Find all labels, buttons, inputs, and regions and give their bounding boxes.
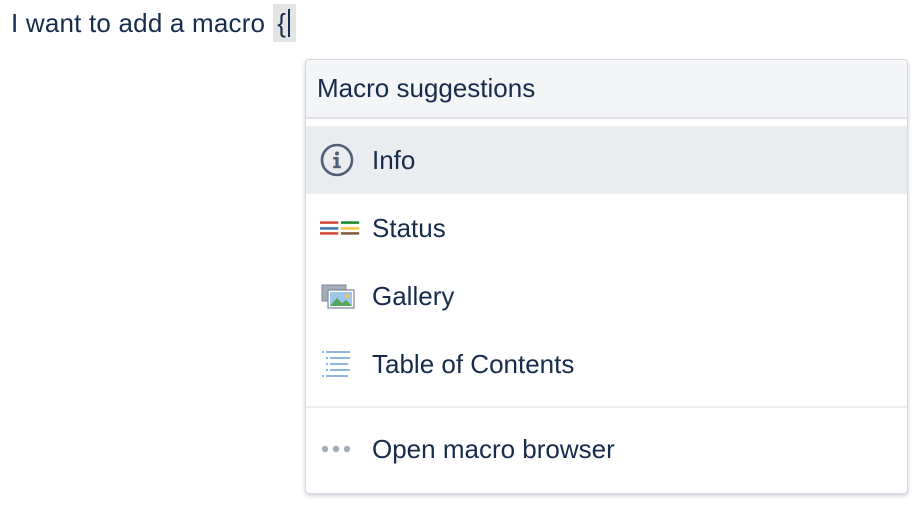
suggestion-label: Status xyxy=(372,212,446,243)
suggestion-item-table-of-contents[interactable]: Table of Contents xyxy=(306,330,907,398)
open-macro-browser-button[interactable]: Open macro browser xyxy=(306,408,907,490)
macro-trigger[interactable]: { xyxy=(273,4,297,42)
editor-line[interactable]: I want to add a macro { xyxy=(11,4,297,42)
status-icon xyxy=(320,208,360,248)
suggestion-item-status[interactable]: Status xyxy=(306,194,907,262)
editor-text: I want to add a macro xyxy=(11,7,266,38)
dropdown-header: Macro suggestions xyxy=(306,60,907,119)
suggestion-label: Gallery xyxy=(372,280,455,311)
suggestion-label: Info xyxy=(372,144,416,175)
info-icon xyxy=(320,140,360,180)
footer-label: Open macro browser xyxy=(372,433,615,464)
more-icon xyxy=(320,429,360,469)
macro-suggestions-dropdown: Macro suggestions Info Status Gallery Ta… xyxy=(305,59,908,494)
suggestion-item-info[interactable]: Info xyxy=(306,126,907,194)
suggestion-label: Table of Contents xyxy=(372,348,575,379)
text-caret xyxy=(288,9,291,37)
suggestion-list: Info Status Gallery Table of Contents xyxy=(306,119,907,398)
gallery-icon xyxy=(320,276,360,316)
table-of-contents-icon xyxy=(320,344,360,384)
suggestion-item-gallery[interactable]: Gallery xyxy=(306,262,907,330)
trigger-char: { xyxy=(277,7,287,38)
